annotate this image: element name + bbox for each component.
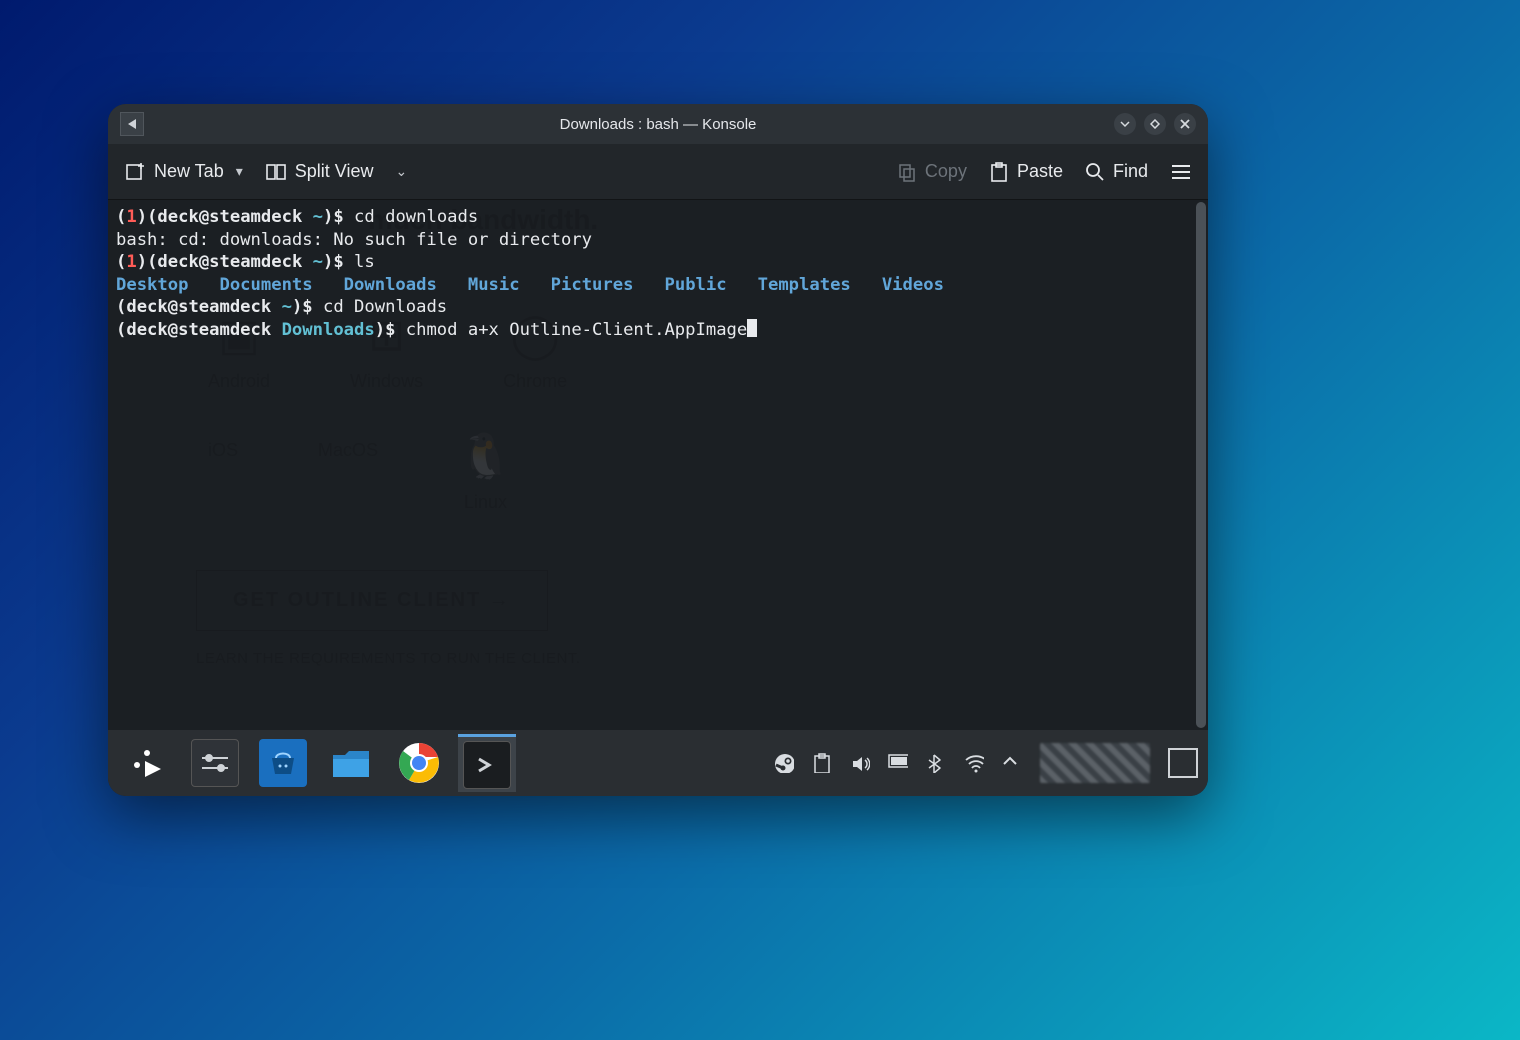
system-settings[interactable] bbox=[186, 734, 244, 792]
wifi-icon[interactable] bbox=[964, 753, 984, 773]
new-tab-button[interactable]: New Tab ▾ bbox=[124, 161, 243, 183]
terminal-output[interactable]: (1)(deck@steamdeck ~)$ cd downloadsbash:… bbox=[108, 200, 1208, 730]
hamburger-icon bbox=[1170, 161, 1192, 183]
search-icon bbox=[1085, 162, 1105, 182]
maximize-icon[interactable] bbox=[1144, 113, 1166, 135]
terminal-line: bash: cd: downloads: No such file or dir… bbox=[116, 229, 1200, 252]
terminal-line: Desktop Documents Downloads Music Pictur… bbox=[116, 274, 1200, 297]
scrollbar[interactable] bbox=[1196, 202, 1206, 728]
toolbar: New Tab ▾ Split View ⌄ Copy Paste bbox=[108, 144, 1208, 200]
split-view-icon bbox=[265, 161, 287, 183]
chevron-down-icon: ⌄ bbox=[395, 163, 407, 180]
chevron-up-icon[interactable] bbox=[1002, 753, 1022, 773]
taskbar bbox=[108, 730, 1208, 796]
app-launcher[interactable] bbox=[118, 734, 176, 792]
steam-icon[interactable] bbox=[774, 753, 794, 773]
terminal-viewport[interactable]: much bandwidth. ▣Android ⊞Windows ◯Chrom… bbox=[108, 200, 1208, 730]
close-icon[interactable] bbox=[1174, 113, 1196, 135]
volume-icon[interactable] bbox=[850, 753, 870, 773]
copy-icon bbox=[897, 162, 917, 182]
paste-button[interactable]: Paste bbox=[989, 161, 1063, 183]
clipboard-icon[interactable] bbox=[812, 753, 832, 773]
discover-store[interactable] bbox=[254, 734, 312, 792]
chrome-browser[interactable] bbox=[390, 734, 448, 792]
bluetooth-icon[interactable] bbox=[926, 753, 946, 773]
clock-area[interactable] bbox=[1040, 743, 1150, 783]
paste-icon bbox=[989, 161, 1009, 183]
split-view-button[interactable]: Split View ⌄ bbox=[265, 161, 407, 183]
titlebar[interactable]: Downloads : bash — Konsole bbox=[108, 104, 1208, 144]
battery-icon[interactable] bbox=[888, 753, 908, 773]
show-desktop-button[interactable] bbox=[1168, 748, 1198, 778]
konsole-task[interactable] bbox=[458, 734, 516, 792]
system-tray bbox=[774, 743, 1198, 783]
find-button[interactable]: Find bbox=[1085, 161, 1148, 182]
back-icon[interactable] bbox=[120, 112, 144, 136]
dolphin-files[interactable] bbox=[322, 734, 380, 792]
terminal-line: (1)(deck@steamdeck ~)$ cd downloads bbox=[116, 206, 1200, 229]
terminal-line: (1)(deck@steamdeck ~)$ ls bbox=[116, 251, 1200, 274]
window-title: Downloads : bash — Konsole bbox=[560, 116, 757, 133]
copy-button[interactable]: Copy bbox=[897, 161, 967, 182]
terminal-line: (deck@steamdeck ~)$ cd Downloads bbox=[116, 296, 1200, 319]
new-tab-icon bbox=[124, 161, 146, 183]
hamburger-menu-button[interactable] bbox=[1170, 161, 1192, 183]
terminal-line: (deck@steamdeck Downloads)$ chmod a+x Ou… bbox=[116, 319, 1200, 342]
cursor bbox=[747, 319, 757, 337]
konsole-window: Downloads : bash — Konsole New Tab ▾ bbox=[108, 104, 1208, 796]
minimize-icon[interactable] bbox=[1114, 113, 1136, 135]
chevron-down-icon: ▾ bbox=[236, 163, 243, 180]
